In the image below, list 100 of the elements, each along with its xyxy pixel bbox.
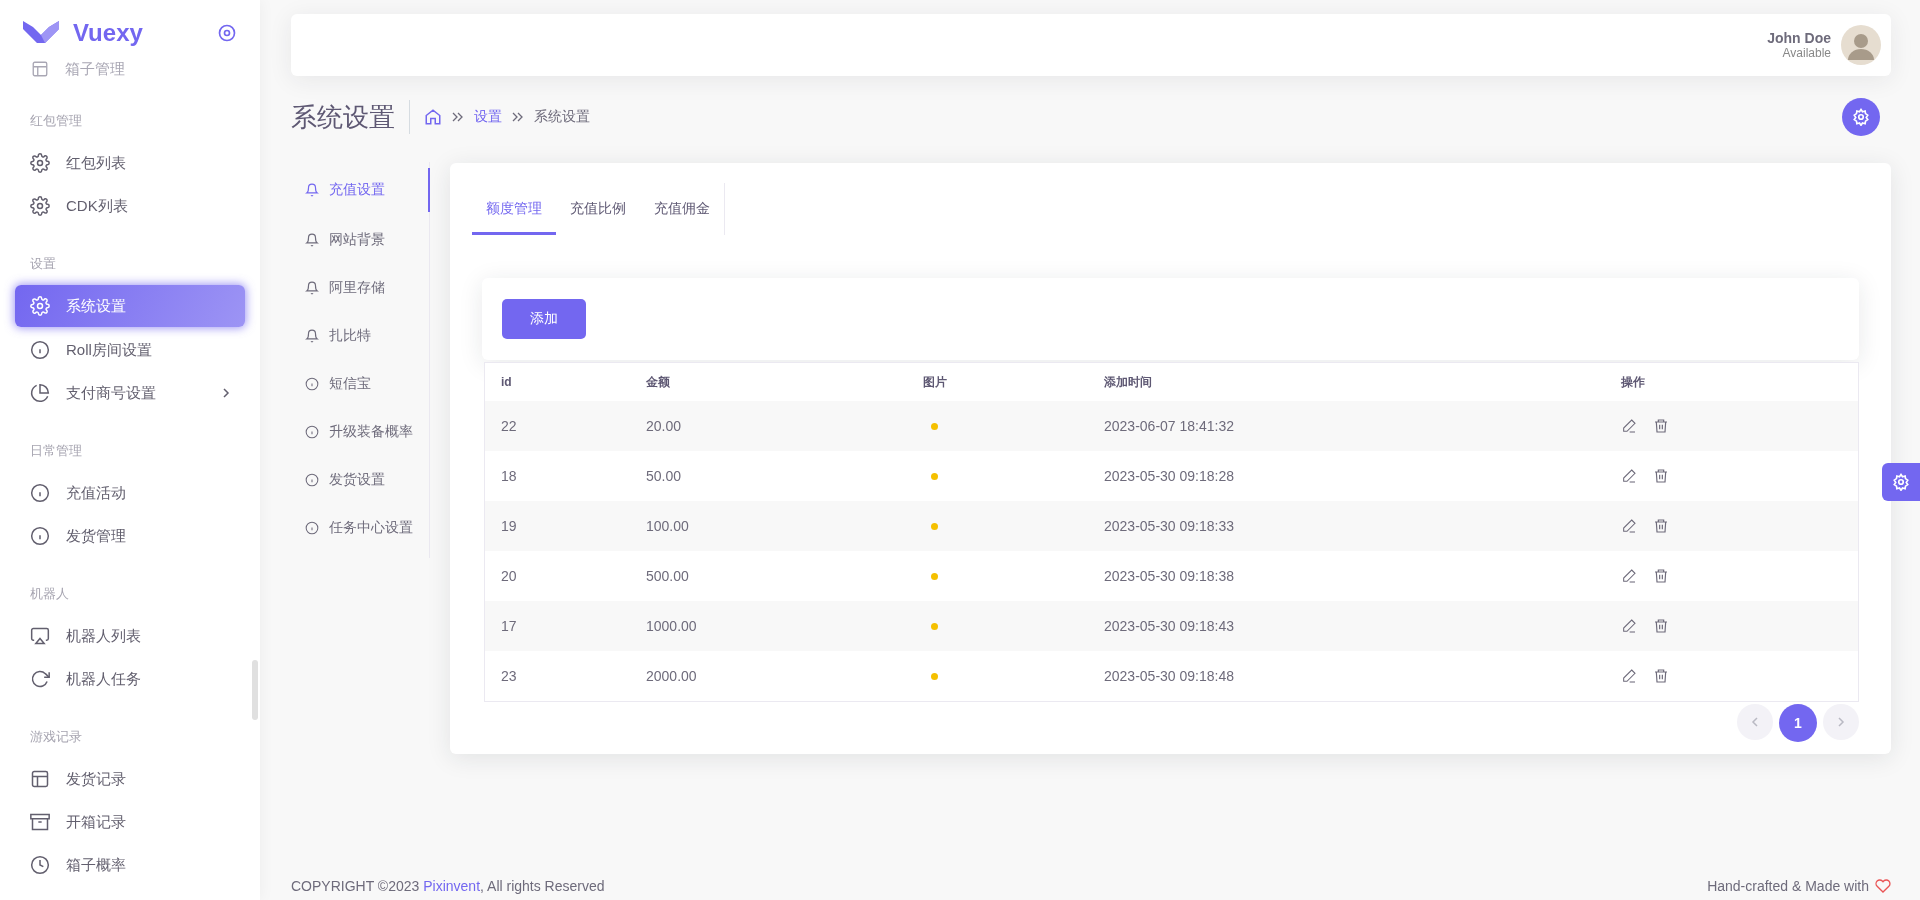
archive-icon [30,812,50,832]
tab[interactable]: 额度管理 [472,183,556,235]
gear-icon [30,153,50,173]
pie-chart-icon [30,383,50,403]
table-cell-text: 18 [500,468,518,484]
settings-menu-item[interactable]: 短信宝 [291,360,430,408]
credit-text: Hand-crafted & Made with [1707,878,1869,894]
edit-icon[interactable] [1621,668,1637,684]
section-title: 游戏记录 [29,729,83,745]
trash-icon[interactable] [1653,468,1669,484]
menu-item[interactable]: 机器人任务 [15,658,245,700]
menu-item-label: 箱子管理 [65,59,125,79]
trash-icon[interactable] [1653,668,1669,684]
breadcrumb-current: 系统设置 [534,108,590,126]
table-cell-text: 2023-05-30 09:18:38 [1103,568,1235,584]
home-icon[interactable] [424,108,442,126]
gear-icon [1892,473,1910,491]
settings-menu-item[interactable]: 任务中心设置 [291,504,430,552]
section-title: 设置 [29,256,57,272]
section-title: 机器人 [29,586,70,602]
image-dot [931,672,938,680]
table-cell-text: 19 [500,518,518,534]
edit-icon[interactable] [1621,518,1637,534]
menu-item[interactable]: 红包列表 [15,142,245,184]
page-button[interactable]: 1 [1779,704,1817,742]
chevron-left-icon [1751,716,1759,728]
clock-icon [30,855,50,875]
image-dot [931,622,938,630]
settings-menu-item[interactable]: 升级装备概率 [291,408,430,456]
trash-icon[interactable] [1653,518,1669,534]
bell-icon [305,281,319,295]
chevron-right-icon [1837,716,1845,728]
edit-icon[interactable] [1621,418,1637,434]
tab[interactable]: 充值比例 [556,183,640,235]
edit-icon[interactable] [1621,568,1637,584]
column-header: 操作 [1620,373,1646,391]
edit-icon[interactable] [1621,468,1637,484]
image-dot [931,422,938,430]
edit-icon[interactable] [1621,618,1637,634]
trash-icon[interactable] [1653,618,1669,634]
table-cell-text: 2000.00 [645,668,698,684]
settings-menu-item[interactable]: 阿里存储 [291,264,430,312]
tab[interactable]: 充值佣金 [640,183,724,235]
layout-icon [31,60,49,78]
info-icon [30,526,50,546]
info-icon [305,473,319,487]
avatar[interactable] [1841,25,1881,65]
info-icon [305,377,319,391]
scrollbar[interactable] [252,660,258,720]
add-button[interactable]: 添加 [502,299,586,339]
menu-item[interactable]: CDK列表 [15,185,245,227]
settings-button[interactable] [1842,98,1880,136]
radio-icon[interactable] [217,23,237,43]
screen-icon [30,626,50,646]
trash-icon[interactable] [1653,418,1669,434]
refresh-icon [30,669,50,689]
brand-name: Vuexy [73,19,144,47]
menu-item[interactable]: 发货记录 [15,758,245,800]
settings-menu-item[interactable]: 充值设置 [291,168,430,212]
table-cell-text: 1000.00 [645,618,698,634]
breadcrumb-link[interactable]: 设置 [474,108,502,126]
menu-item[interactable]: 系统设置 [15,285,245,327]
table-cell-text: 100.00 [645,518,690,534]
chevron-icon [222,387,230,399]
table-cell-text: 20.00 [645,418,683,434]
menu-item[interactable]: 支付商号设置 [15,372,245,414]
menu-item[interactable]: 开箱记录 [15,801,245,843]
column-header: 图片 [921,373,948,391]
table-cell-text: 22 [500,418,518,434]
trash-icon[interactable] [1653,568,1669,584]
image-dot [931,572,938,580]
table-cell-text: 23 [500,668,518,684]
menu-item[interactable]: 发货管理 [15,515,245,557]
table-cell-text: 50.00 [645,468,683,484]
gear-icon [30,296,50,316]
settings-menu-item[interactable]: 发货设置 [291,456,430,504]
settings-menu-item[interactable]: 扎比特 [291,312,430,360]
info-icon [30,340,50,360]
info-icon [305,521,319,535]
gear-icon [1852,108,1870,126]
table-cell-text: 2023-05-30 09:18:33 [1103,518,1235,534]
bell-icon [305,183,319,197]
layout-icon [30,769,50,789]
column-header: 金额 [645,373,671,391]
settings-menu-item[interactable]: 网站背景 [291,216,430,264]
menu-item[interactable]: Roll房间设置 [15,329,245,371]
table-cell-text: 2023-06-07 18:41:32 [1103,418,1235,434]
customizer-button[interactable] [1882,463,1920,501]
section-title: 红包管理 [29,113,83,129]
table-cell-text: 500.00 [645,568,690,584]
user-name: John Doe [1767,30,1831,46]
menu-item[interactable]: 机器人列表 [15,615,245,657]
menu-item[interactable]: 箱子概率 [15,844,245,886]
table-cell-text: 17 [500,618,518,634]
heart-icon [1875,878,1891,894]
menu-item[interactable]: 充值活动 [15,472,245,514]
image-dot [931,522,938,530]
page-title: 系统设置 [291,100,410,134]
table-cell-text: 2023-05-30 09:18:43 [1103,618,1235,634]
copyright-text: COPYRIGHT ©2023 Pixinvent, All rights Reserved [291,878,605,894]
